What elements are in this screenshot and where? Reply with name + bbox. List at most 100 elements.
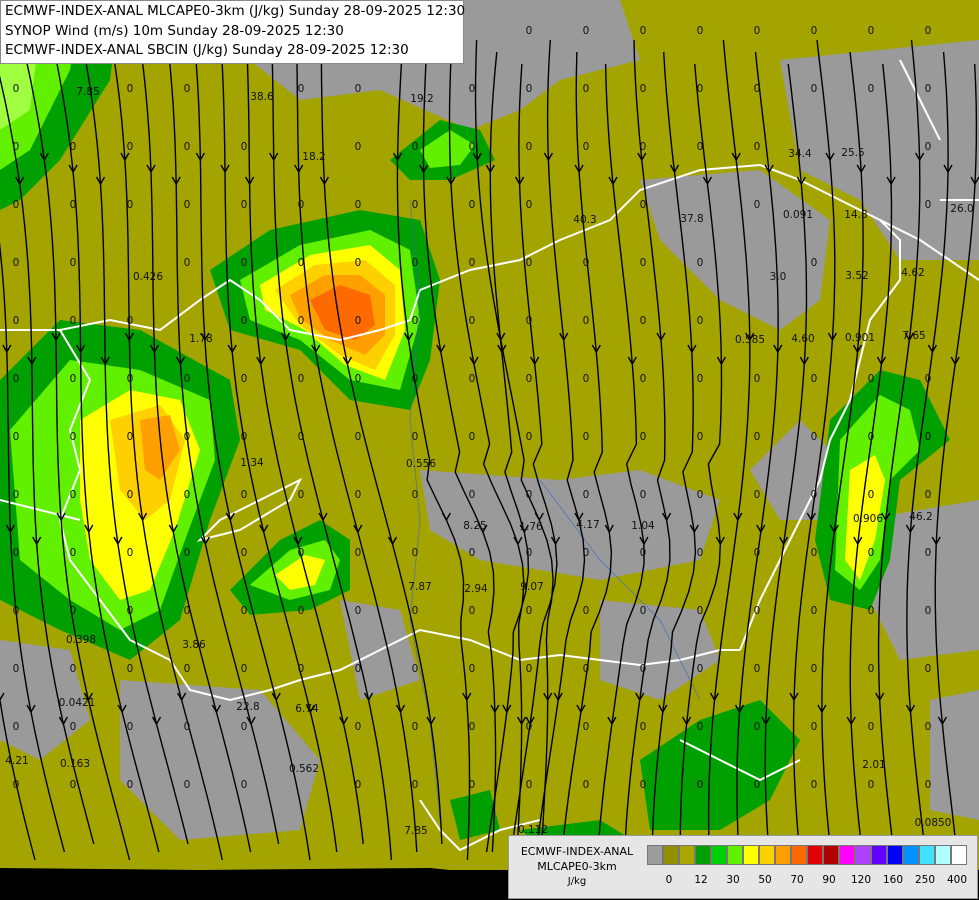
sbcin-value: 0.398 bbox=[66, 634, 96, 646]
sbcin-value: 0 bbox=[640, 779, 647, 791]
sbcin-value: 0 bbox=[868, 373, 875, 385]
sbcin-value: 0 bbox=[583, 489, 590, 501]
sbcin-value: 0 bbox=[13, 547, 20, 559]
sbcin-value: 0 bbox=[925, 547, 932, 559]
legend-color-bar bbox=[647, 845, 967, 865]
legend-swatch bbox=[775, 845, 791, 865]
sbcin-value: 0 bbox=[184, 257, 191, 269]
sbcin-value: 3.86 bbox=[182, 639, 206, 651]
legend-swatch bbox=[807, 845, 823, 865]
sbcin-value: 0 bbox=[412, 663, 419, 675]
sbcin-value: 4.60 bbox=[791, 333, 814, 345]
sbcin-value: 0 bbox=[70, 315, 77, 327]
legend-tick: 12 bbox=[694, 874, 708, 886]
sbcin-value: 0 bbox=[70, 431, 77, 443]
sbcin-value: 0 bbox=[241, 547, 248, 559]
legend-swatch bbox=[839, 845, 855, 865]
sbcin-value: 0 bbox=[241, 489, 248, 501]
sbcin-value: 38.6 bbox=[250, 91, 274, 103]
legend-swatch bbox=[759, 845, 775, 865]
title-sbcin: ECMWF-INDEX-ANAL SBCIN (J/kg) Sunday 28-… bbox=[5, 42, 409, 58]
sbcin-value: 0 bbox=[13, 663, 20, 675]
legend-swatch bbox=[823, 845, 839, 865]
sbcin-value: 0 bbox=[70, 663, 77, 675]
sbcin-value: 0 bbox=[355, 83, 362, 95]
sbcin-value: 0 bbox=[241, 721, 248, 733]
sbcin-value: 0 bbox=[355, 605, 362, 617]
sbcin-value: 0 bbox=[355, 779, 362, 791]
sbcin-value: 0 bbox=[184, 141, 191, 153]
sbcin-value: 0 bbox=[868, 721, 875, 733]
sbcin-value: 0 bbox=[469, 373, 476, 385]
sbcin-value: 0 bbox=[583, 373, 590, 385]
sbcin-value: 0 bbox=[868, 25, 875, 37]
legend-swatch bbox=[855, 845, 871, 865]
sbcin-value: 0 bbox=[640, 547, 647, 559]
legend-model: ECMWF-INDEX-ANAL bbox=[520, 845, 634, 858]
sbcin-value: 1.34 bbox=[240, 457, 264, 469]
sbcin-value: 37.8 bbox=[680, 213, 703, 225]
sbcin-value: 0 bbox=[412, 199, 419, 211]
sbcin-value: 0 bbox=[469, 547, 476, 559]
sbcin-value: 0 bbox=[868, 547, 875, 559]
sbcin-value: 0 bbox=[583, 605, 590, 617]
sbcin-value: 6.74 bbox=[295, 703, 319, 715]
sbcin-value: 0 bbox=[184, 199, 191, 211]
sbcin-value: 0 bbox=[697, 25, 704, 37]
sbcin-value: 0 bbox=[412, 257, 419, 269]
legend-swatch bbox=[663, 845, 679, 865]
sbcin-value: 22.8 bbox=[236, 701, 259, 713]
sbcin-value: 0 bbox=[127, 83, 134, 95]
sbcin-value: 0 bbox=[925, 373, 932, 385]
sbcin-value: 14.8 bbox=[844, 209, 867, 221]
sbcin-value: 0 bbox=[583, 721, 590, 733]
sbcin-value: 2.01 bbox=[862, 759, 885, 771]
sbcin-value: 0 bbox=[811, 25, 818, 37]
sbcin-value: 0 bbox=[754, 199, 761, 211]
sbcin-value: 0 bbox=[298, 315, 305, 327]
sbcin-value: 0 bbox=[469, 779, 476, 791]
sbcin-value: 0 bbox=[868, 431, 875, 443]
sbcin-value: 34.4 bbox=[788, 148, 812, 160]
sbcin-value: 1.04 bbox=[631, 520, 655, 532]
sbcin-value: 0 bbox=[754, 141, 761, 153]
sbcin-value: 0 bbox=[754, 373, 761, 385]
sbcin-value: 0 bbox=[355, 199, 362, 211]
sbcin-value: 0 bbox=[697, 605, 704, 617]
sbcin-value: 0 bbox=[469, 141, 476, 153]
sbcin-value: 0.556 bbox=[406, 458, 436, 470]
sbcin-value: 0.562 bbox=[289, 763, 319, 775]
sbcin-value: 0 bbox=[526, 25, 533, 37]
sbcin-value: 0 bbox=[640, 25, 647, 37]
sbcin-value: 0 bbox=[70, 721, 77, 733]
sbcin-value: 0 bbox=[13, 431, 20, 443]
sbcin-value: 0 bbox=[469, 605, 476, 617]
sbcin-value: 0 bbox=[640, 431, 647, 443]
sbcin-value: 0 bbox=[184, 605, 191, 617]
legend-swatch bbox=[695, 845, 711, 865]
legend-swatch bbox=[919, 845, 935, 865]
sbcin-value: 0.426 bbox=[133, 271, 163, 283]
sbcin-value: 0 bbox=[697, 721, 704, 733]
sbcin-value: 0 bbox=[754, 489, 761, 501]
sbcin-value: 0 bbox=[127, 489, 134, 501]
sbcin-value: 0 bbox=[127, 431, 134, 443]
legend-unit: J/kg bbox=[567, 876, 587, 887]
sbcin-value: 0 bbox=[811, 779, 818, 791]
sbcin-value: 0 bbox=[412, 605, 419, 617]
sbcin-value: 0 bbox=[697, 779, 704, 791]
legend-title: ECMWF-INDEX-ANAL MLCAPE0-3km J/kg bbox=[513, 844, 641, 889]
sbcin-value: 0 bbox=[70, 489, 77, 501]
sbcin-value: 0 bbox=[811, 257, 818, 269]
sbcin-value: 0 bbox=[640, 373, 647, 385]
sbcin-value: 0 bbox=[127, 721, 134, 733]
sbcin-value: 0 bbox=[298, 199, 305, 211]
sbcin-value: 0 bbox=[469, 315, 476, 327]
sbcin-value: 0 bbox=[811, 489, 818, 501]
sbcin-value: 0 bbox=[13, 489, 20, 501]
sbcin-value: 0 bbox=[526, 373, 533, 385]
sbcin-value: 0 bbox=[526, 547, 533, 559]
sbcin-value: 0 bbox=[13, 315, 20, 327]
sbcin-value: 0 bbox=[925, 605, 932, 617]
sbcin-value: 0 bbox=[70, 141, 77, 153]
